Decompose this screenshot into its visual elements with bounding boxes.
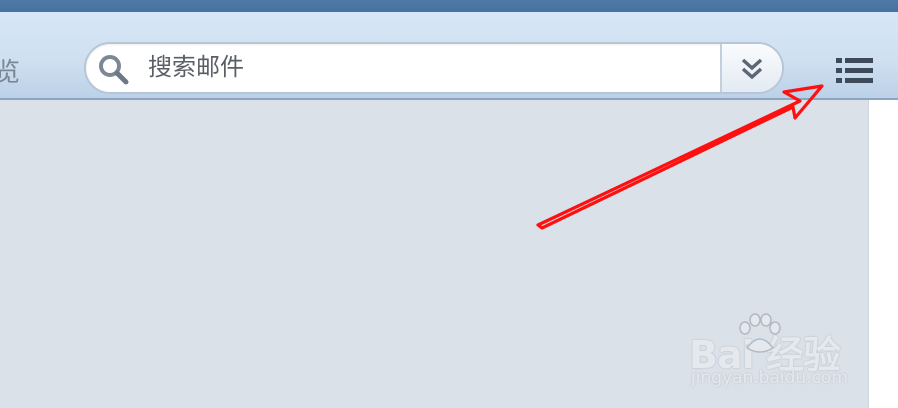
window-top-strip: [0, 0, 898, 12]
baidu-jingyan-watermark: Bai 经验 jingyan.baidu.com: [685, 312, 885, 402]
toolbar-partial-label: 览: [0, 58, 21, 88]
search-input[interactable]: [146, 48, 730, 86]
paw-icon: [739, 313, 781, 353]
list-menu-button[interactable]: [830, 48, 882, 98]
double-chevron-down-icon: [741, 58, 763, 80]
search-box[interactable]: [84, 42, 784, 94]
watermark-url: jingyan.baidu.com: [691, 368, 848, 388]
search-icon[interactable]: [96, 52, 130, 86]
search-options-dropdown[interactable]: [720, 44, 782, 92]
toolbar: 览: [0, 12, 898, 100]
list-menu-icon: [836, 58, 873, 83]
